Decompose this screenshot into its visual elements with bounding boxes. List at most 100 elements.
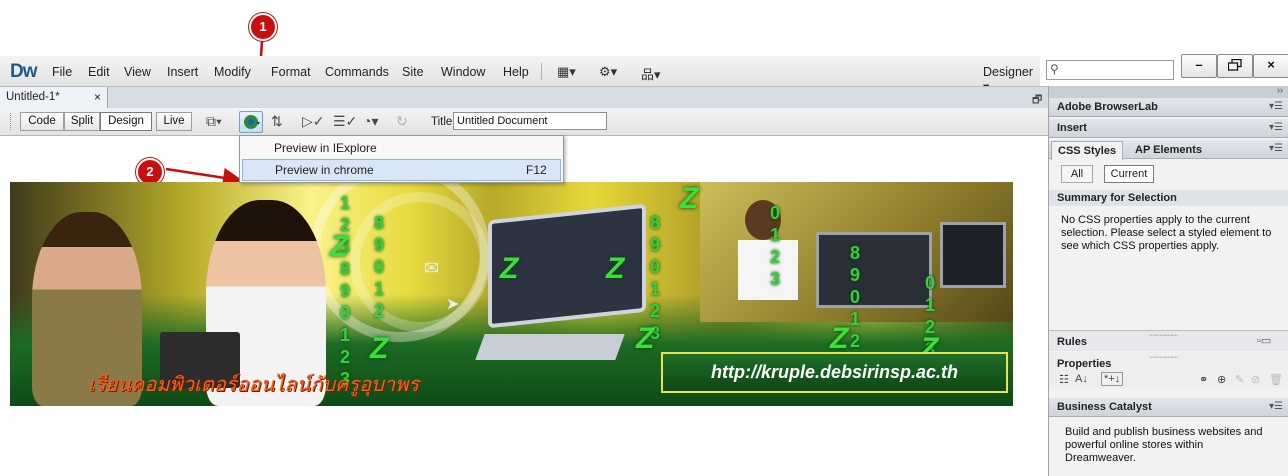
panel-menu-icon[interactable]: ▾☰: [1269, 140, 1283, 158]
panel-dock-bar: ››: [1049, 85, 1288, 98]
current-mode-button[interactable]: Current: [1104, 165, 1154, 183]
decorative-z: Z: [370, 332, 389, 365]
decorative-z: Z: [830, 322, 849, 355]
toolbar-grip: [10, 113, 13, 130]
gear-icon[interactable]: ⚙▾: [599, 64, 617, 80]
menu-item-shortcut: F12: [526, 163, 547, 177]
menu-file[interactable]: File: [52, 65, 72, 79]
attach-stylesheet-icon[interactable]: ⚭: [1199, 373, 1208, 386]
layout-icon[interactable]: ▦▾: [557, 64, 576, 80]
globe-icon: [244, 115, 260, 129]
panel-menu-icon[interactable]: ▾☰: [1269, 119, 1283, 137]
panel-title: Adobe BrowserLab: [1057, 101, 1158, 113]
menu-window[interactable]: Window: [441, 65, 485, 79]
refresh-icon[interactable]: ↻: [396, 113, 408, 130]
document-tab-bar: Untitled-1* × 🗗: [0, 86, 1048, 109]
summary-header: Summary for Selection: [1049, 190, 1288, 206]
split-view-button[interactable]: Split: [64, 112, 100, 131]
rules-label: Rules: [1057, 336, 1087, 348]
file-management-icon[interactable]: ⇅: [271, 113, 283, 130]
disable-icon[interactable]: ⊘: [1251, 373, 1260, 386]
decorative-z: Z: [330, 230, 349, 263]
menu-bar: Dw File Edit View Insert Modify Format C…: [0, 56, 1040, 94]
browser-compatibility-icon[interactable]: ☰✓: [333, 113, 357, 130]
alpha-sort-icon[interactable]: A↓: [1075, 373, 1088, 385]
w3c-validation-icon[interactable]: ▷✓: [302, 113, 325, 130]
menu-site[interactable]: Site: [402, 65, 424, 79]
menu-item-label: Preview in IExplore: [274, 141, 377, 155]
trash-icon[interactable]: 🗑: [1269, 373, 1283, 386]
close-icon[interactable]: ×: [94, 90, 101, 104]
panel-title: Insert: [1057, 122, 1087, 134]
minimize-button[interactable]: –: [1181, 54, 1217, 78]
decorative-z: Z: [500, 252, 519, 285]
search-icon: ⚲: [1050, 62, 1059, 76]
preview-in-browser-button[interactable]: [239, 111, 263, 133]
menu-edit[interactable]: Edit: [88, 65, 110, 79]
design-view-button[interactable]: Design: [100, 112, 152, 131]
new-rule-icon[interactable]: ⊕: [1217, 373, 1226, 386]
panel-menu-icon[interactable]: ▾☰: [1269, 398, 1283, 416]
classroom-monitor: [816, 232, 932, 308]
site-icon[interactable]: 品▾: [641, 64, 661, 83]
decorative-z: Z: [636, 322, 655, 355]
live-view-button[interactable]: Live: [156, 112, 192, 131]
rules-view-icons[interactable]: ▫▭: [1257, 334, 1271, 347]
panel-business-catalyst[interactable]: Business Catalyst ▾☰: [1049, 398, 1288, 417]
menu-format[interactable]: Format: [271, 65, 311, 79]
decorative-digits: 123890123: [340, 193, 351, 389]
code-view-button[interactable]: Code: [20, 112, 64, 131]
rules-bar: Rules ┈┈┈┈┈ ▫▭: [1049, 330, 1288, 351]
splitter-grip[interactable]: ┈┈┈┈┈: [1149, 351, 1178, 364]
search-input[interactable]: ⚲: [1046, 60, 1174, 80]
banner-image: 123890123 89012 890123 0123 890123 0123 …: [10, 182, 1013, 406]
tab-css-styles[interactable]: CSS Styles: [1051, 141, 1124, 160]
tab-ap-elements[interactable]: AP Elements: [1129, 141, 1208, 159]
menu-item-preview-iexplore[interactable]: Preview in IExplore: [242, 138, 559, 158]
menu-insert[interactable]: Insert: [167, 65, 198, 79]
document-toolbar: Code Split Design Live ⧉▾ ⇅ ▷✓ ☰✓ ◔▾ ↻ T…: [0, 108, 1048, 136]
dreamweaver-logo: Dw: [10, 61, 37, 82]
title-label: Title:: [431, 116, 456, 128]
edit-rule-icon[interactable]: ✎: [1235, 373, 1244, 386]
menu-item-label: Preview in chrome: [275, 163, 374, 177]
menu-divider: [541, 63, 542, 80]
menu-commands[interactable]: Commands: [325, 65, 389, 79]
set-properties-icon[interactable]: *+↓: [1101, 372, 1124, 386]
decorative-z: Z: [606, 252, 625, 285]
keyboard: [475, 334, 625, 360]
summary-text: No CSS properties apply to the current s…: [1061, 214, 1272, 252]
classroom-monitor: [940, 222, 1006, 288]
decorative-digits: 0123: [770, 203, 781, 289]
student-shirt: [738, 240, 798, 300]
close-button[interactable]: ×: [1253, 54, 1288, 78]
properties-bar: Properties ┈┈┈┈┈ ☷ A↓ *+↓ ⚭ ⊕ ✎ ⊘ 🗑: [1049, 352, 1288, 388]
all-mode-button[interactable]: All: [1061, 165, 1093, 183]
visual-aids-icon[interactable]: ◔▾: [363, 113, 378, 130]
summary-title: Summary for Selection: [1057, 192, 1177, 204]
banner-swirl: [350, 192, 490, 332]
preview-dropdown-menu: Preview in IExplore Preview in chrome F1…: [239, 135, 564, 183]
restore-icon: [1227, 58, 1242, 71]
title-input[interactable]: Untitled Document: [453, 112, 607, 130]
multiscreen-icon[interactable]: ⧉▾: [206, 113, 222, 130]
menu-modify[interactable]: Modify: [214, 65, 251, 79]
collapse-icon[interactable]: ››: [1277, 85, 1283, 95]
panel-menu-icon[interactable]: ▾☰: [1269, 98, 1283, 116]
decorative-digits: 89012: [374, 213, 385, 321]
banner-caption: เรียนคอมพิวเตอร์ออนไลน์กับครูอุบาพร: [88, 374, 420, 396]
menu-item-preview-chrome[interactable]: Preview in chrome F12: [242, 159, 561, 181]
menu-view[interactable]: View: [124, 65, 151, 79]
category-view-icon[interactable]: ☷: [1059, 373, 1069, 386]
decorative-z: Z: [680, 182, 699, 215]
properties-label: Properties: [1057, 358, 1112, 370]
panel-group: ›› Adobe BrowserLab ▾☰ Insert ▾☰ ▾☰ CSS …: [1048, 85, 1288, 476]
arrow-2: [165, 167, 243, 188]
splitter-grip[interactable]: ┈┈┈┈┈: [1149, 329, 1178, 342]
document-tab[interactable]: Untitled-1* ×: [0, 87, 108, 108]
restore-button[interactable]: [1217, 54, 1253, 78]
menu-help[interactable]: Help: [503, 65, 529, 79]
panel-adobe-browserlab[interactable]: Adobe BrowserLab ▾☰: [1049, 98, 1288, 117]
panel-insert[interactable]: Insert ▾☰: [1049, 119, 1288, 138]
business-catalyst-text: Build and publish business websites and …: [1065, 426, 1263, 464]
